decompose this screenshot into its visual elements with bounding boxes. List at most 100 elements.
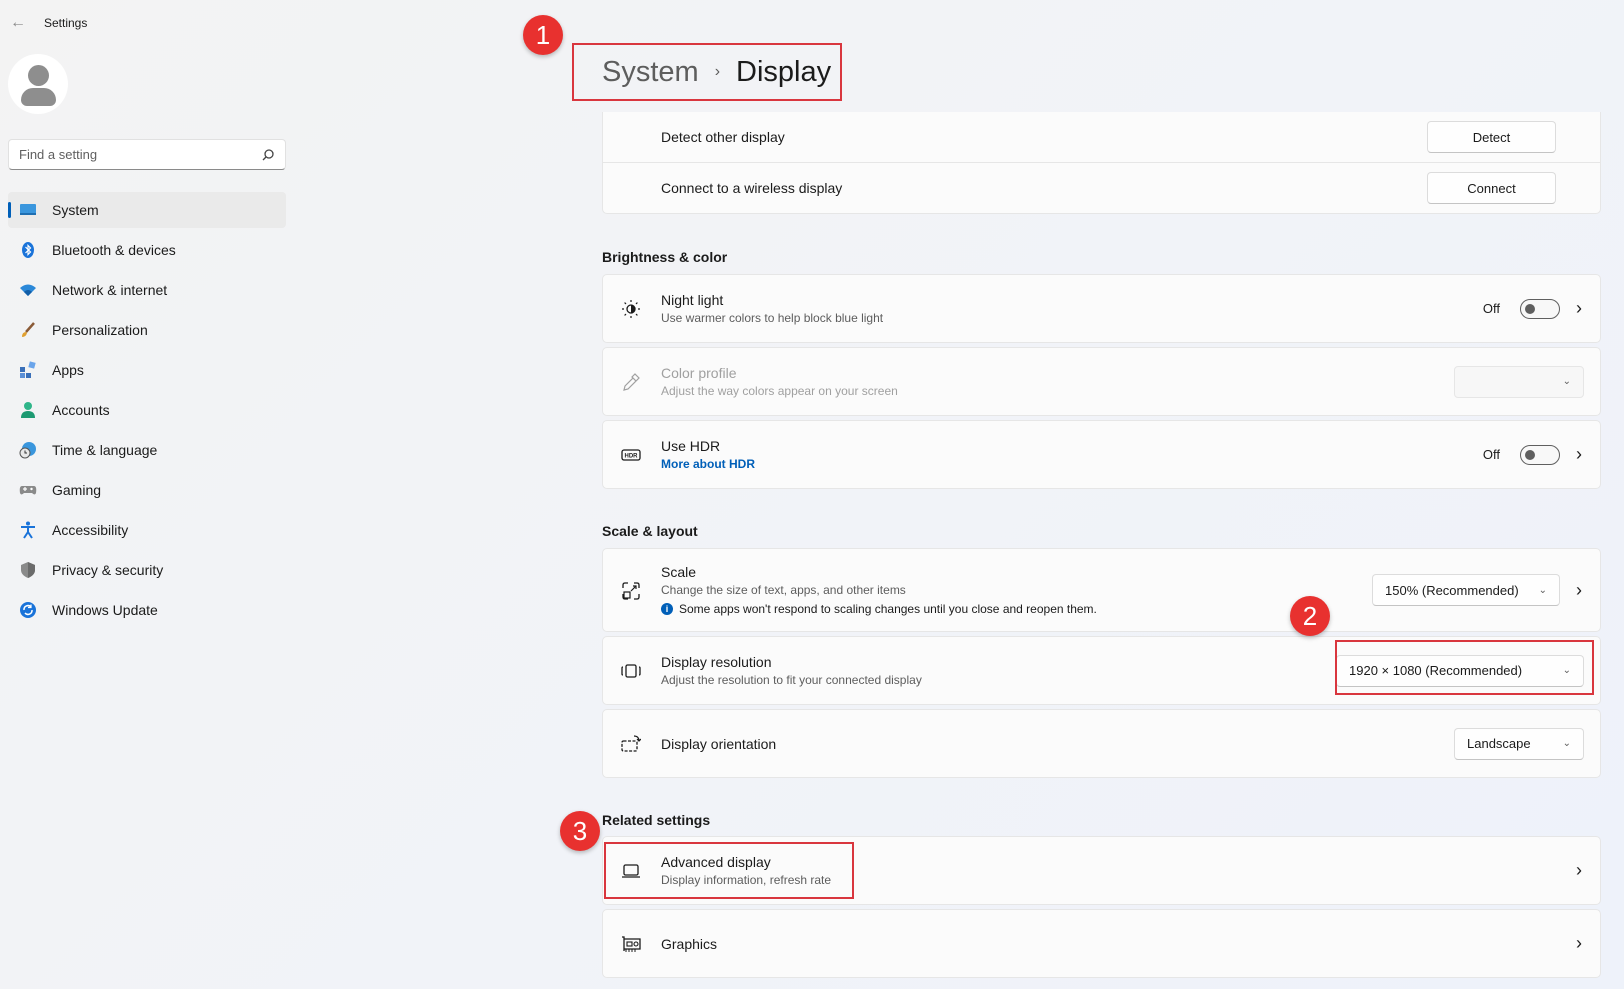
color-profile-row: Color profile Adjust the way colors appe… [602,347,1601,416]
sidebar-item-label: Accessibility [52,522,129,538]
color-profile-title: Color profile [661,365,737,381]
graphics-row[interactable]: Graphics › [602,909,1601,978]
hdr-row[interactable]: HDR Use HDR More about HDR Off › [602,420,1601,489]
sidebar-item-system[interactable]: System [8,192,286,228]
sidebar-item-label: Apps [52,362,84,378]
resolution-title: Display resolution [661,654,772,670]
color-profile-dropdown: ⌄ [1454,365,1584,398]
chevron-down-icon: ⌄ [1562,665,1571,676]
orientation-title: Display orientation [661,735,777,752]
hdr-toggle[interactable] [1520,444,1560,465]
avatar[interactable] [8,54,68,114]
hdr-link[interactable]: More about HDR [661,457,755,471]
scale-dropdown[interactable]: 150% (Recommended) ⌄ [1372,574,1560,606]
sidebar-item-label: Time & language [52,442,158,458]
chevron-right-icon: › [1576,579,1582,600]
sidebar-item-accessibility[interactable]: Accessibility [8,512,286,548]
laptop-icon [622,864,640,878]
scale-subtitle: Change the size of text, apps, and other… [661,583,906,597]
orientation-icon [621,735,641,752]
multiple-displays-card: Detect other display Detect Connect to a… [602,112,1601,214]
sidebar-item-label: Gaming [52,482,102,498]
night-light-title: Night light [661,292,724,308]
graphics-title: Graphics [661,935,718,952]
sidebar-item-label: Network & internet [52,282,168,298]
resolution-icon [621,664,641,678]
chevron-right-icon: › [1576,860,1582,880]
night-light-toggle[interactable] [1520,298,1560,319]
scale-row[interactable]: Scale Change the size of text, apps, and… [602,548,1601,632]
hdr-title: Use HDR [661,438,721,454]
sidebar-item-time-language[interactable]: Time & language [8,432,286,468]
hdr-state: Off [1482,447,1500,462]
scale-note-text: Some apps won't respond to scaling chang… [679,602,1097,616]
back-arrow-icon[interactable]: ← [10,14,26,32]
person-icon [21,402,35,418]
detect-button[interactable]: Detect [1427,121,1556,153]
wifi-icon [20,284,36,296]
breadcrumb-parent[interactable]: System [602,56,699,89]
breadcrumb-separator: › [714,63,721,80]
chevron-right-icon: › [1576,444,1582,464]
chevron-down-icon: ⌄ [1538,584,1547,596]
scale-icon [622,582,640,600]
night-light-state: Off [1482,301,1500,316]
title-bar: ← Settings [10,13,87,33]
search-input[interactable] [19,147,261,162]
chevron-down-icon: ⌄ [1562,738,1571,749]
gamepad-icon [19,486,37,495]
orientation-value: Landscape [1467,736,1531,751]
annotation-badge-3: 3 [560,811,600,851]
connect-label: Connect to a wireless display [661,180,843,196]
bluetooth-icon [22,242,34,258]
svg-text:HDR: HDR [625,454,639,460]
info-icon: i [661,603,673,615]
brightness-group: Night light Use warmer colors to help bl… [602,274,1601,489]
avatar-body [21,88,56,106]
sidebar-item-bluetooth[interactable]: Bluetooth & devices [8,232,286,268]
accessibility-icon [21,521,35,539]
resolution-dropdown[interactable]: 1920 × 1080 (Recommended) ⌄ [1336,654,1584,687]
search-icon[interactable] [261,148,275,162]
night-light-row[interactable]: Night light Use warmer colors to help bl… [602,274,1601,343]
annotation-badge-2: 2 [1290,596,1330,636]
resolution-value: 1920 × 1080 (Recommended) [1349,663,1523,678]
advanced-display-row[interactable]: Advanced display Display information, re… [602,836,1601,905]
sidebar-item-network[interactable]: Network & internet [8,272,286,308]
section-related: Related settings [602,812,711,828]
sun-icon [622,300,640,318]
advanced-display-title: Advanced display [661,854,771,870]
scale-layout-group: Scale Change the size of text, apps, and… [602,548,1601,778]
sidebar-item-label: Windows Update [52,602,158,618]
connect-row: Connect to a wireless display Connect [602,163,1601,214]
detect-label: Detect other display [661,129,785,145]
connect-button[interactable]: Connect [1427,172,1556,204]
search-box[interactable] [8,139,286,170]
sidebar-item-apps[interactable]: Apps [8,352,286,388]
app-title: Settings [44,16,88,30]
hdr-icon: HDR [621,449,641,461]
page-title: Display [736,55,832,88]
section-brightness: Brightness & color [602,249,728,265]
section-scale-layout: Scale & layout [602,523,698,539]
breadcrumb: System › Display [602,53,831,91]
chevron-right-icon: › [1576,933,1582,953]
sidebar-item-gaming[interactable]: Gaming [8,472,286,508]
orientation-row: Display orientation Landscape ⌄ [602,709,1601,778]
sidebar-item-accounts[interactable]: Accounts [8,392,286,428]
annotation-badge-1: 1 [523,15,563,55]
color-profile-subtitle: Adjust the way colors appear on your scr… [661,384,898,398]
sidebar-item-label: Accounts [52,402,110,418]
sidebar-item-personalization[interactable]: Personalization [8,312,286,348]
related-group: Advanced display Display information, re… [602,836,1601,978]
sidebar-item-windows-update[interactable]: Windows Update [8,592,286,628]
sidebar-item-label: Privacy & security [52,562,164,578]
sidebar-item-privacy[interactable]: Privacy & security [8,552,286,588]
scale-title: Scale [661,564,697,580]
orientation-dropdown[interactable]: Landscape ⌄ [1454,727,1584,760]
advanced-display-subtitle: Display information, refresh rate [661,873,832,887]
globe-clock-icon [19,442,36,459]
sidebar-item-label: Bluetooth & devices [52,242,176,258]
scale-note: i Some apps won't respond to scaling cha… [661,602,1097,616]
detect-row: Detect other display Detect [602,112,1601,163]
